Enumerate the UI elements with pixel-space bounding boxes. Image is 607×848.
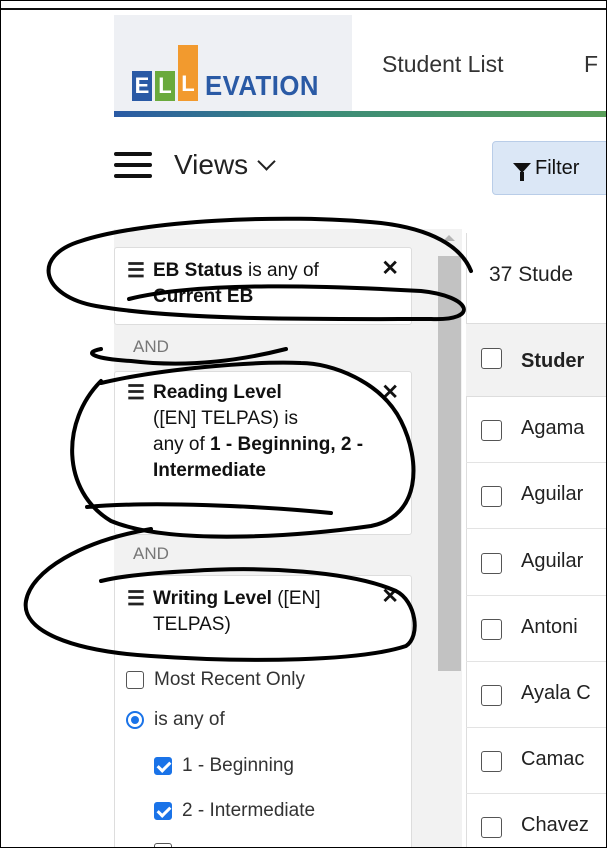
level-1-label: 1 - Beginning [182, 755, 294, 776]
filter-field: Writing Level [153, 588, 272, 609]
hamburger-icon[interactable] [114, 152, 152, 178]
is-any-of-option[interactable]: is any of [126, 709, 225, 731]
header-accent-bar [114, 111, 606, 117]
row-checkbox[interactable] [481, 619, 502, 640]
level-2-checkbox[interactable] [154, 802, 172, 820]
and-connector: AND [133, 337, 169, 356]
logo-letter-l2: L [178, 45, 198, 101]
ellevation-logo: E L L EVATION [132, 45, 329, 101]
filter-button[interactable]: Filter [492, 141, 606, 195]
level-1-checkbox[interactable] [154, 757, 172, 775]
scrollbar-thumb[interactable] [438, 256, 461, 671]
table-row[interactable]: Camac [466, 727, 606, 794]
table-row[interactable]: Aguilar [466, 529, 606, 596]
student-name[interactable]: Chavez [521, 814, 589, 837]
logo-letter-l1: L [155, 71, 175, 101]
most-recent-label: Most Recent Only [154, 669, 305, 690]
student-name[interactable]: Aguilar [521, 550, 583, 573]
table-row[interactable]: Chavez [466, 793, 606, 847]
numbered-list-icon: ☰ [127, 382, 145, 404]
filter-op: any of [153, 434, 205, 455]
logo-area[interactable]: E L L EVATION [114, 15, 352, 115]
student-name[interactable]: Camac [521, 748, 584, 771]
filter-button-label: Filter [535, 156, 580, 179]
filter-chip-eb-status[interactable]: ☰ EB Status is any of Current EB ✕ [114, 247, 412, 325]
close-icon[interactable]: ✕ [381, 584, 399, 610]
filter-qualifier: ([EN] TELPAS) is [153, 408, 298, 429]
level-option-3[interactable] [154, 843, 182, 847]
logo-text: EVATION [205, 70, 319, 101]
nav-next-item[interactable]: F [584, 51, 598, 78]
filter-field: Reading Level [153, 382, 282, 403]
list-icon: ☰ [127, 260, 145, 282]
filter-qualifier-cont: TELPAS) [153, 614, 231, 635]
filter-value: Current EB [153, 286, 254, 307]
student-name[interactable]: Ayala C [521, 682, 591, 705]
row-checkbox[interactable] [481, 685, 502, 706]
table-row[interactable]: Ayala C [466, 661, 606, 728]
student-name[interactable]: Aguilar [521, 483, 583, 506]
is-any-of-label: is any of [154, 709, 225, 730]
student-table-header: Studer [466, 323, 606, 397]
app-header: E L L EVATION Student List F [114, 15, 606, 115]
column-header-student[interactable]: Studer [521, 350, 584, 373]
row-checkbox[interactable] [481, 486, 502, 507]
table-row[interactable]: Agama [466, 396, 606, 463]
filter-op: is any of [248, 260, 319, 281]
top-divider [1, 8, 606, 10]
scroll-up-arrow-icon[interactable] [443, 235, 455, 241]
nav-student-list[interactable]: Student List [382, 51, 503, 78]
filter-chip-reading-level[interactable]: ☰ Reading Level ([EN] TELPAS) is any of … [114, 371, 412, 535]
filter-qualifier: ([EN] [277, 588, 321, 609]
row-checkbox[interactable] [481, 553, 502, 574]
funnel-icon [513, 163, 531, 181]
table-row[interactable]: Antoni [466, 595, 606, 662]
close-icon[interactable]: ✕ [381, 256, 399, 282]
filter-field: EB Status [153, 260, 243, 281]
filter-values: 1 - Beginning, 2 - [210, 434, 364, 455]
logo-letter-e: E [132, 71, 152, 101]
level-3-checkbox[interactable] [154, 843, 172, 847]
and-connector: AND [133, 544, 169, 563]
filter-values-cont: Intermediate [153, 460, 266, 481]
student-count: 37 Stude [489, 263, 574, 286]
views-menu[interactable]: Views [114, 149, 276, 181]
table-row[interactable]: Aguilar [466, 462, 606, 529]
student-name[interactable]: Agama [521, 417, 584, 440]
row-checkbox[interactable] [481, 751, 502, 772]
level-2-label: 2 - Intermediate [182, 800, 316, 821]
most-recent-option[interactable]: Most Recent Only [126, 669, 305, 691]
app-frame: E L L EVATION Student List F Views Filte… [0, 0, 607, 848]
row-checkbox[interactable] [481, 420, 502, 441]
chevron-down-icon [257, 151, 276, 171]
numbered-list-icon: ☰ [127, 588, 145, 610]
is-any-of-radio[interactable] [126, 711, 144, 729]
close-icon[interactable]: ✕ [381, 380, 399, 406]
row-checkbox[interactable] [481, 817, 502, 838]
level-option-2[interactable]: 2 - Intermediate [154, 800, 315, 822]
views-label: Views [174, 149, 249, 180]
select-all-checkbox[interactable] [481, 348, 502, 369]
student-name[interactable]: Antoni [521, 616, 578, 639]
most-recent-checkbox[interactable] [126, 671, 144, 689]
level-option-1[interactable]: 1 - Beginning [154, 755, 294, 777]
